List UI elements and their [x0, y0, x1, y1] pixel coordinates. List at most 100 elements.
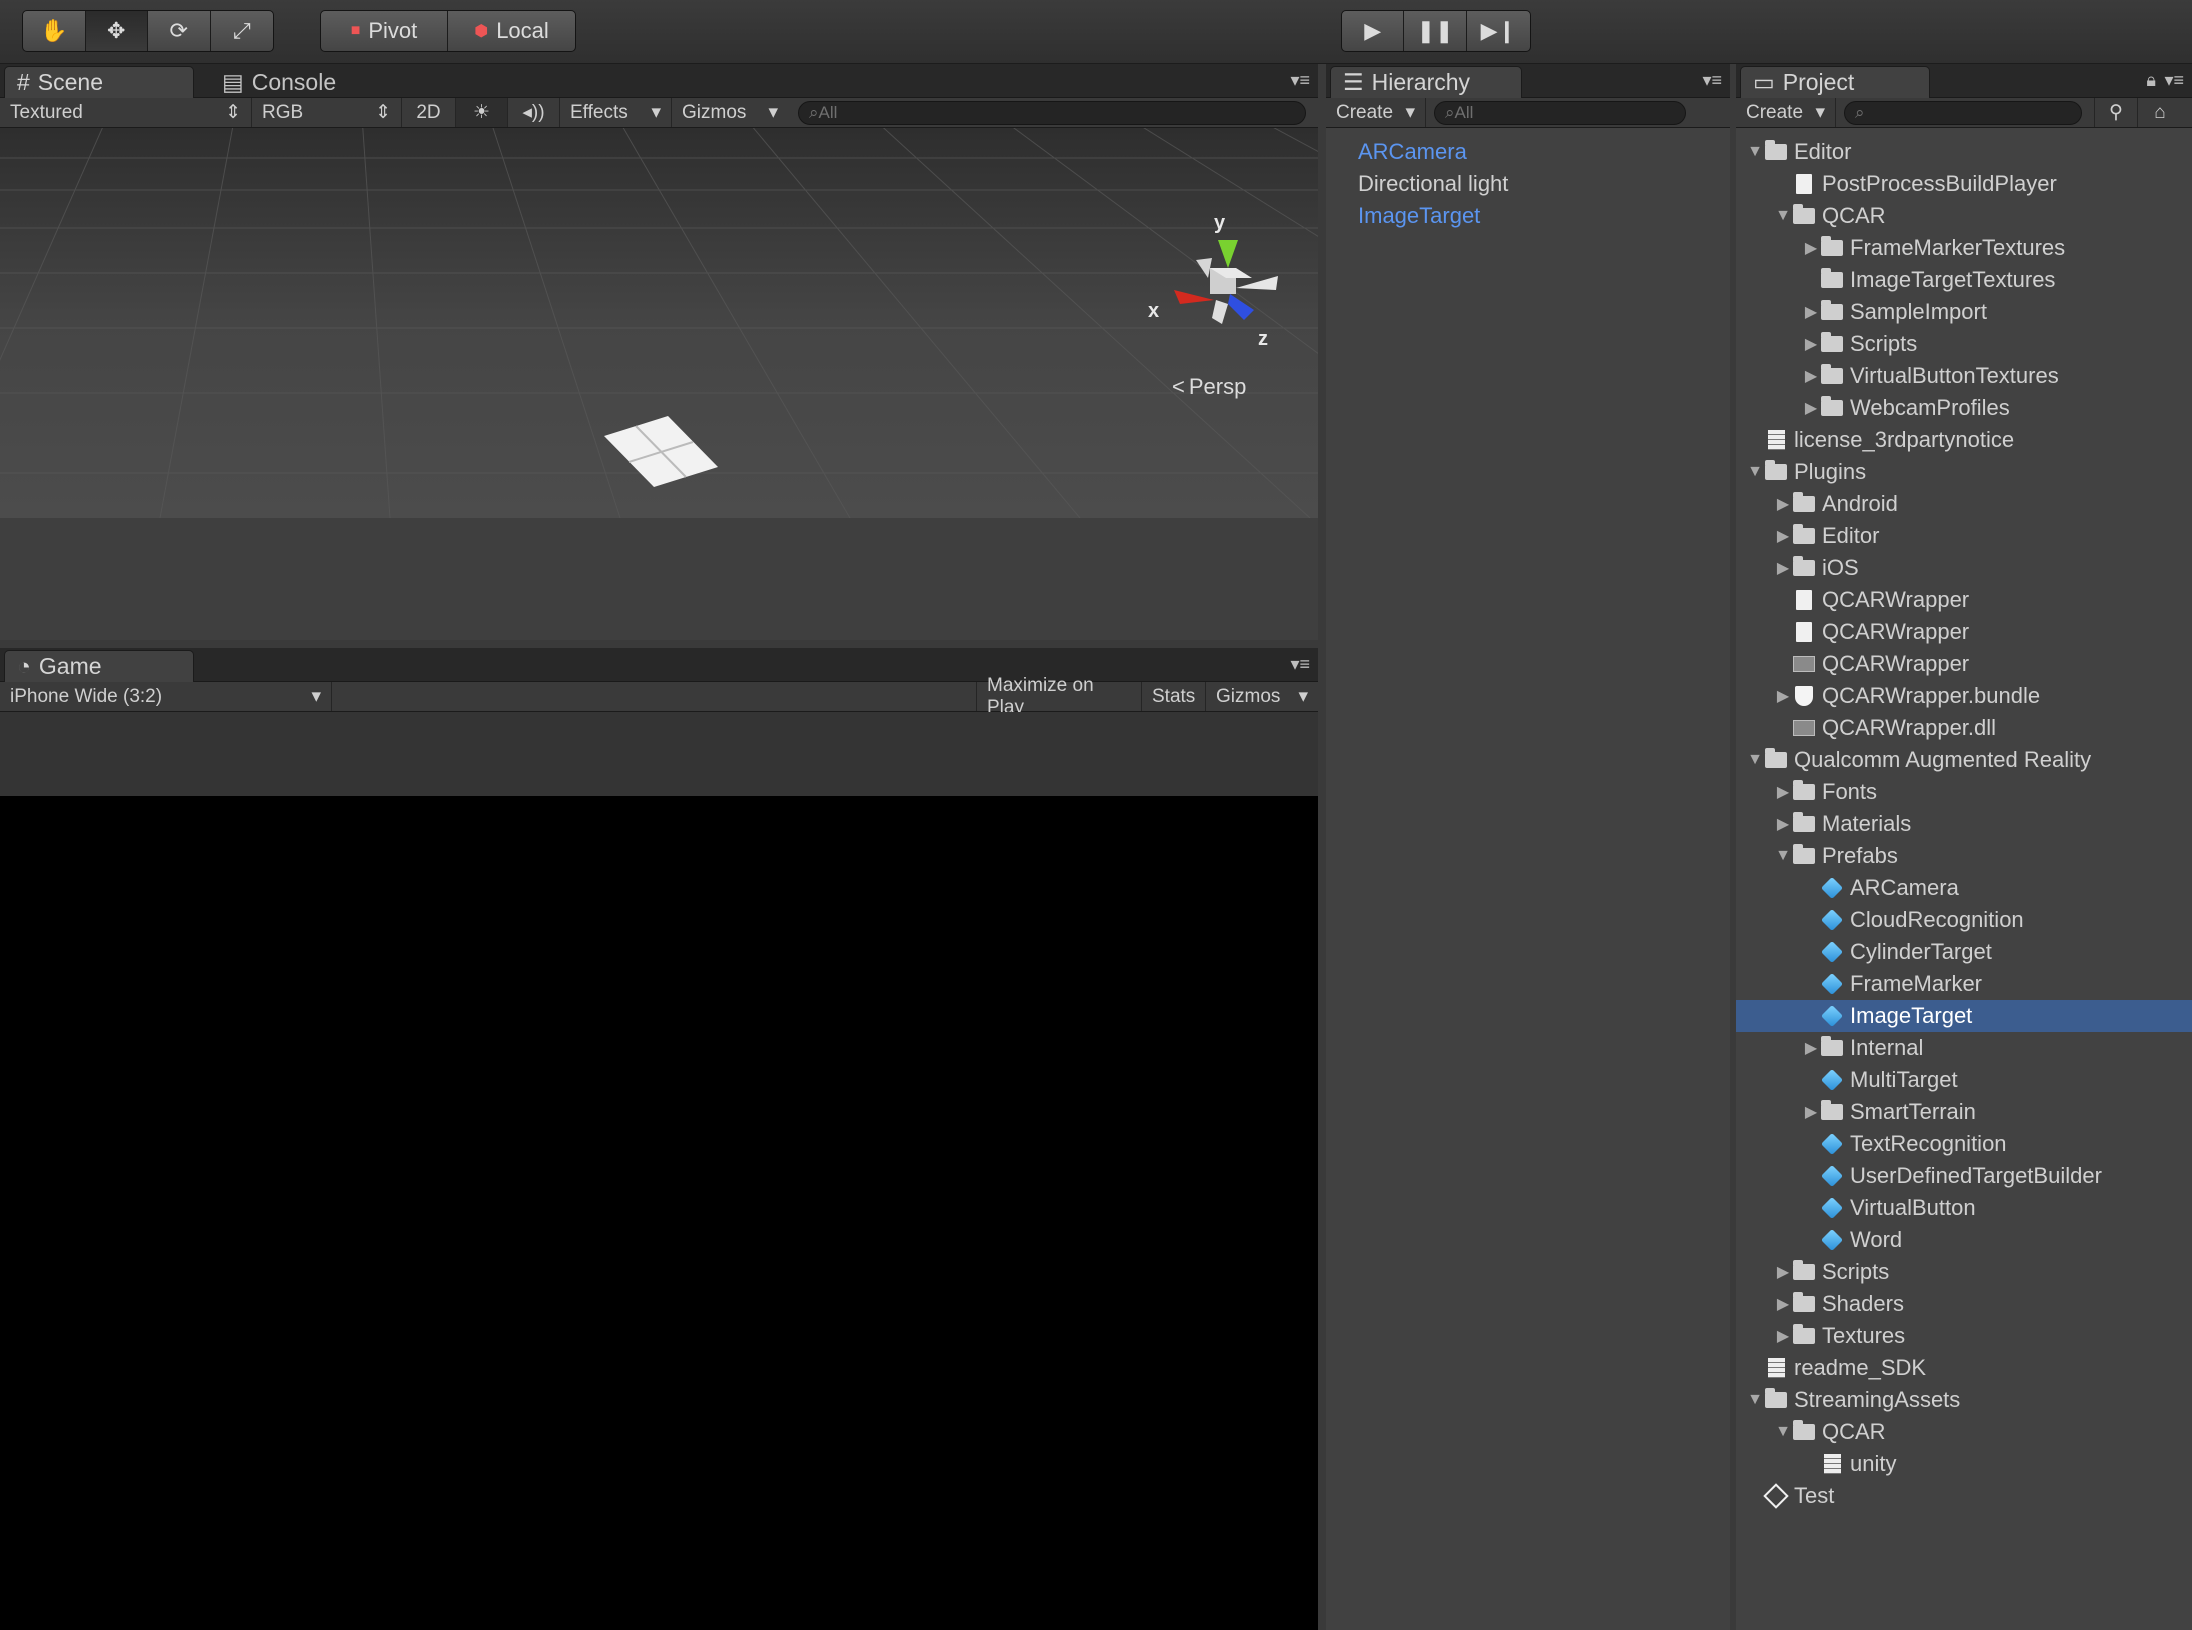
project-item[interactable]: ▼ Prefabs	[1736, 840, 2192, 872]
project-item[interactable]: ▶ SampleImport	[1736, 296, 2192, 328]
project-item[interactable]: unity	[1736, 1448, 2192, 1480]
render-mode-dropdown[interactable]: RGB ⇕	[252, 98, 402, 127]
project-item[interactable]: ▼ Plugins	[1736, 456, 2192, 488]
project-item[interactable]: ▼ Qualcomm Augmented Reality	[1736, 744, 2192, 776]
effects-dropdown[interactable]: Effects ▾	[560, 98, 672, 127]
project-item[interactable]: ImageTarget	[1736, 1000, 2192, 1032]
expand-closed-icon[interactable]: ▶	[1802, 238, 1820, 258]
project-item[interactable]: ▶ Android	[1736, 488, 2192, 520]
project-item[interactable]: VirtualButton	[1736, 1192, 2192, 1224]
expand-open-icon[interactable]: ▼	[1774, 1423, 1792, 1441]
filter-label-button[interactable]: ⌂	[2138, 98, 2182, 127]
project-item[interactable]: ▶ Scripts	[1736, 1256, 2192, 1288]
hierarchy-item[interactable]: ARCamera	[1326, 136, 1730, 168]
aspect-dropdown[interactable]: iPhone Wide (3:2) ▾	[0, 682, 332, 711]
expand-closed-icon[interactable]: ▶	[1774, 1326, 1792, 1346]
project-item[interactable]: QCARWrapper	[1736, 584, 2192, 616]
play-icon[interactable]: ▶	[1342, 11, 1405, 51]
lock-icon[interactable]: 🔒︎	[2146, 70, 2156, 91]
expand-open-icon[interactable]: ▼	[1774, 847, 1792, 865]
toggle-2d[interactable]: 2D	[402, 98, 456, 127]
project-create-button[interactable]: Create ▾	[1736, 98, 1836, 127]
local-button[interactable]: ⬢ Local	[448, 11, 575, 51]
expand-closed-icon[interactable]: ▶	[1774, 686, 1792, 706]
project-item[interactable]: ▶ Editor	[1736, 520, 2192, 552]
game-gizmos-dropdown[interactable]: Gizmos ▾	[1206, 682, 1318, 711]
project-item[interactable]: CylinderTarget	[1736, 936, 2192, 968]
project-item[interactable]: PostProcessBuildPlayer	[1736, 168, 2192, 200]
tab-hierarchy[interactable]: ☰ Hierarchy	[1330, 66, 1522, 98]
project-item[interactable]: ▶ QCARWrapper.bundle	[1736, 680, 2192, 712]
project-item[interactable]: TextRecognition	[1736, 1128, 2192, 1160]
hierarchy-item[interactable]: Directional light	[1326, 168, 1730, 200]
project-item[interactable]: ▶ WebcamProfiles	[1736, 392, 2192, 424]
project-item[interactable]: ▼ Editor	[1736, 136, 2192, 168]
maximize-on-play-toggle[interactable]: Maximize on Play	[976, 675, 1142, 718]
hand-icon[interactable]: ✋	[23, 11, 86, 51]
project-item[interactable]: ▶ Textures	[1736, 1320, 2192, 1352]
project-item[interactable]: ▼ QCAR	[1736, 1416, 2192, 1448]
project-item[interactable]: ▶ Shaders	[1736, 1288, 2192, 1320]
expand-closed-icon[interactable]: ▶	[1802, 366, 1820, 386]
scene-search-input[interactable]: ⌕ All	[798, 100, 1306, 125]
project-item[interactable]: ▼ StreamingAssets	[1736, 1384, 2192, 1416]
persp-toggle[interactable]: < Persp	[1172, 374, 1246, 400]
hierarchy-item[interactable]: ImageTarget	[1326, 200, 1730, 232]
project-item[interactable]: QCARWrapper	[1736, 648, 2192, 680]
lighting-toggle[interactable]: ☀	[456, 98, 508, 127]
stats-toggle[interactable]: Stats	[1142, 682, 1206, 711]
shading-mode-dropdown[interactable]: Textured ⇕	[0, 98, 252, 127]
expand-closed-icon[interactable]: ▶	[1774, 814, 1792, 834]
expand-open-icon[interactable]: ▼	[1746, 1391, 1764, 1409]
expand-open-icon[interactable]: ▼	[1746, 143, 1764, 161]
step-icon[interactable]: ▶❙	[1467, 11, 1530, 51]
project-item[interactable]: ▶ Internal	[1736, 1032, 2192, 1064]
project-item[interactable]: ▶ Scripts	[1736, 328, 2192, 360]
game-viewport[interactable]	[0, 796, 1318, 1630]
expand-closed-icon[interactable]: ▶	[1802, 398, 1820, 418]
expand-closed-icon[interactable]: ▶	[1802, 334, 1820, 354]
pivot-button[interactable]: ■ Pivot	[321, 11, 448, 51]
expand-closed-icon[interactable]: ▶	[1802, 1102, 1820, 1122]
project-item[interactable]: ImageTargetTextures	[1736, 264, 2192, 296]
scene-viewport[interactable]: y x z < Persp	[0, 128, 1318, 518]
tab-project[interactable]: ▭ Project	[1740, 66, 1930, 98]
project-item[interactable]: MultiTarget	[1736, 1064, 2192, 1096]
scale-icon[interactable]: ⤢	[211, 11, 274, 51]
project-item[interactable]: ▶ SmartTerrain	[1736, 1096, 2192, 1128]
project-item[interactable]: Test	[1736, 1480, 2192, 1512]
rotate-icon[interactable]: ⟳	[148, 11, 211, 51]
panel-menu-icon[interactable]: ▾≡	[1290, 654, 1310, 675]
project-item[interactable]: ▶ FrameMarkerTextures	[1736, 232, 2192, 264]
expand-open-icon[interactable]: ▼	[1774, 207, 1792, 225]
expand-open-icon[interactable]: ▼	[1746, 463, 1764, 481]
project-item[interactable]: readme_SDK	[1736, 1352, 2192, 1384]
tab-game[interactable]: ◔ Game	[4, 650, 194, 682]
expand-closed-icon[interactable]: ▶	[1774, 782, 1792, 802]
panel-menu-icon[interactable]: ▾≡	[1290, 70, 1310, 91]
expand-closed-icon[interactable]: ▶	[1802, 302, 1820, 322]
orientation-gizmo[interactable]	[1174, 240, 1278, 324]
panel-menu-icon[interactable]: ▾≡	[2164, 70, 2184, 91]
hierarchy-search-input[interactable]: ⌕ All	[1434, 100, 1686, 125]
tab-scene[interactable]: # Scene	[4, 66, 194, 98]
expand-open-icon[interactable]: ▼	[1746, 751, 1764, 769]
project-item[interactable]: QCARWrapper	[1736, 616, 2192, 648]
pause-icon[interactable]: ❚❚	[1404, 11, 1467, 51]
panel-menu-icon[interactable]: ▾≡	[1702, 70, 1722, 91]
project-item[interactable]: ▶ Materials	[1736, 808, 2192, 840]
project-item[interactable]: QCARWrapper.dll	[1736, 712, 2192, 744]
expand-closed-icon[interactable]: ▶	[1774, 558, 1792, 578]
expand-closed-icon[interactable]: ▶	[1774, 526, 1792, 546]
project-item[interactable]: FrameMarker	[1736, 968, 2192, 1000]
audio-toggle[interactable]: ◂))	[508, 98, 560, 127]
expand-closed-icon[interactable]: ▶	[1802, 1038, 1820, 1058]
tab-console[interactable]: ▤ Console	[210, 66, 360, 98]
project-item[interactable]: CloudRecognition	[1736, 904, 2192, 936]
project-item[interactable]: Word	[1736, 1224, 2192, 1256]
project-item[interactable]: ▼ QCAR	[1736, 200, 2192, 232]
expand-closed-icon[interactable]: ▶	[1774, 494, 1792, 514]
project-item[interactable]: ARCamera	[1736, 872, 2192, 904]
project-search-input[interactable]: ⌕	[1844, 100, 2082, 125]
gizmos-dropdown[interactable]: Gizmos ▾	[672, 98, 788, 127]
